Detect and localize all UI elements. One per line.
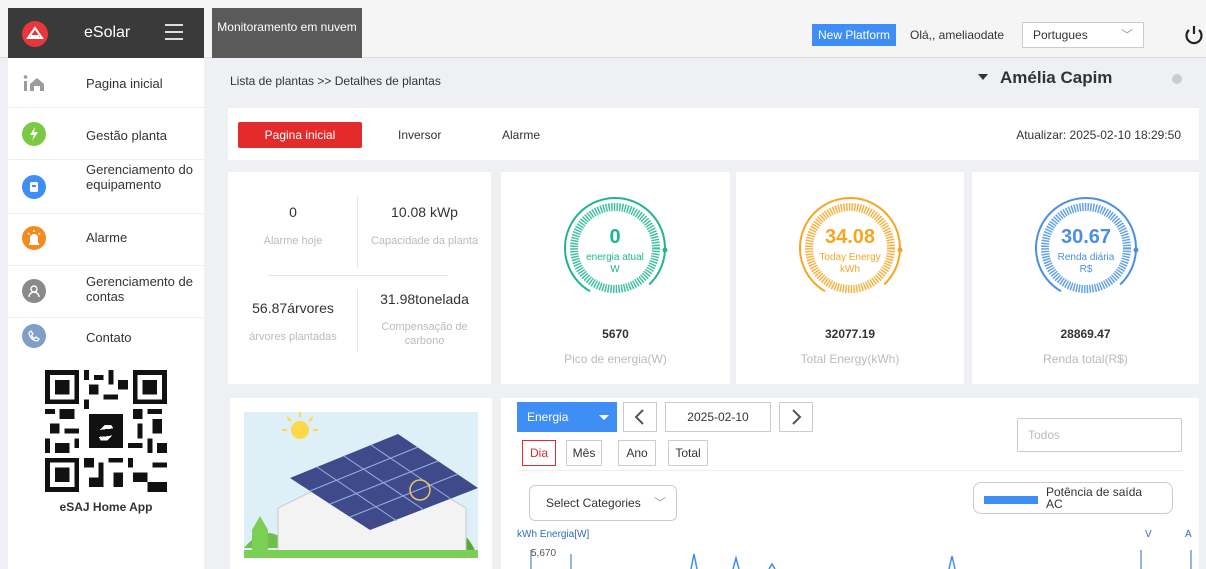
today-energy-value: 34.08 <box>824 226 876 248</box>
current-power-value: 0 <box>609 226 621 248</box>
phone-icon <box>22 324 46 348</box>
chart-legend[interactable]: Potência de saída AC <box>973 482 1173 514</box>
energy-gauge-card: 34.08 Today Energy kWh 32077.19 Total En… <box>736 172 964 384</box>
user-greeting: Olá,, ameliaodate <box>910 28 1005 42</box>
energy-chart-plot <box>530 550 1192 569</box>
app-qr-code <box>44 370 168 492</box>
sidebar-item-equipment[interactable]: Gerenciamento do equipamento <box>8 160 204 214</box>
legend-label: Potência de saída AC <box>1046 485 1143 511</box>
plant-name[interactable]: Amélia Capim <box>1000 68 1112 88</box>
categories-select[interactable]: Select Categories ﹀ <box>529 485 677 521</box>
y-axis-v-label: V <box>1145 529 1152 540</box>
power-gauge: 0 energia atual W <box>551 188 679 308</box>
total-energy-label: Total Energy(kWh) <box>800 352 900 366</box>
prev-date-button[interactable] <box>623 402 657 432</box>
current-power-label: energia atual <box>586 252 644 263</box>
alarm-icon <box>22 226 46 250</box>
sidebar: Pagina inicial Gestão planta Gerenciamen… <box>8 58 204 569</box>
period-month-button[interactable]: Mês <box>566 440 602 466</box>
cloud-monitoring-tab[interactable]: Monitoramento em nuvem <box>212 8 362 58</box>
tab-alarm[interactable]: Alarme <box>502 122 540 148</box>
sidebar-item-accounts[interactable]: Gerenciamento de contas <box>8 266 204 318</box>
chevron-down-icon: ﹀ <box>1120 28 1133 42</box>
lightning-icon <box>22 122 46 146</box>
legend-swatch <box>984 496 1038 504</box>
today-energy-unit: kWh <box>840 264 860 275</box>
carbon-label: Compensação de carbono <box>381 321 468 347</box>
sidebar-item-label: Gestão planta <box>86 128 167 143</box>
breadcrumb[interactable]: Lista de plantas >> Detalhes de plantas <box>230 74 441 88</box>
sidebar-item-contact[interactable]: Contato <box>8 318 204 358</box>
capacity-value: 10.08 kWp <box>391 204 458 220</box>
tab-inverter[interactable]: Inversor <box>398 122 441 148</box>
y-axis-left-label: kWh Energia[W] <box>517 529 590 540</box>
brand-panel: eSolar <box>8 8 204 58</box>
period-day-button[interactable]: Dia <box>522 440 556 466</box>
sidebar-item-label: Gerenciamento de contas <box>86 274 193 304</box>
device-icon <box>22 175 46 199</box>
plant-stats-card: 0 Alarme hoje 10.08 kWp Capacidade da pl… <box>228 172 491 384</box>
current-power-unit: W <box>610 264 620 275</box>
plant-status-dot <box>1172 74 1182 84</box>
chevron-right-icon <box>792 409 802 425</box>
income-gauge-card: 30.67 Renda diária R$ 28869.47 Renda tot… <box>972 172 1199 384</box>
plant-image-card <box>230 398 492 569</box>
chevron-down-icon: ﹀ <box>653 496 666 510</box>
sidebar-item-label: Alarme <box>86 230 128 245</box>
tab-home[interactable]: Pagina inicial <box>238 122 362 148</box>
y-axis-a-label: A <box>1185 529 1192 540</box>
last-update-text: Atualizar: 2025-02-10 18:29:50 <box>1016 128 1181 142</box>
today-energy-label: Today Energy <box>819 252 881 263</box>
metric-value: Energia <box>527 410 569 424</box>
caret-down-icon <box>599 415 609 420</box>
qr-caption: eSAJ Home App <box>59 500 153 514</box>
daily-income-unit: R$ <box>1079 264 1093 275</box>
language-select[interactable]: Portugues ﹀ <box>1022 22 1144 48</box>
peak-power-label: Pico de energia(W) <box>564 352 667 366</box>
income-gauge: 30.67 Renda diária R$ <box>1022 188 1150 308</box>
total-income-label: Renda total(R$) <box>1043 352 1128 366</box>
sidebar-item-plant-management[interactable]: Gestão planta <box>8 108 204 160</box>
next-date-button[interactable] <box>779 402 813 432</box>
logout-power-icon[interactable] <box>1183 24 1205 46</box>
sidebar-item-label: Gerenciamento do equipamento <box>86 162 193 192</box>
caret-down-icon[interactable] <box>978 74 988 80</box>
total-income-value: 28869.47 <box>1060 327 1111 341</box>
carbon-value: 31.98tonelada <box>380 291 469 307</box>
daily-income-value: 30.67 <box>1060 226 1112 248</box>
sidebar-item-alarm[interactable]: Alarme <box>8 214 204 266</box>
chevron-left-icon <box>634 409 644 425</box>
app-name: eSolar <box>84 24 131 41</box>
date-picker[interactable]: 2025-02-10 <box>665 402 771 432</box>
alarm-today-value: 0 <box>289 204 297 220</box>
period-total-button[interactable]: Total <box>668 440 708 466</box>
categories-placeholder: Select Categories <box>546 496 641 510</box>
language-value: Portugues <box>1033 28 1088 42</box>
top-bar: eSolar Monitoramento em nuvem New Platfo… <box>0 0 1206 58</box>
alarm-today-label: Alarme hoje <box>263 235 323 247</box>
new-platform-button[interactable]: New Platform <box>812 24 897 46</box>
daily-income-label: Renda diária <box>1057 252 1115 263</box>
solar-house-illustration <box>244 412 478 558</box>
sidebar-item-label: Contato <box>86 330 132 345</box>
menu-toggle-icon[interactable] <box>165 24 183 40</box>
peak-power-value: 5670 <box>602 327 629 341</box>
metric-dropdown[interactable]: Energia <box>517 402 617 432</box>
device-filter-input[interactable]: Todos <box>1017 418 1182 452</box>
capacity-label: Capacidade da planta <box>370 235 479 247</box>
account-icon <box>22 279 46 303</box>
energy-gauge: 34.08 Today Energy kWh <box>786 188 914 308</box>
esolar-logo-icon <box>22 21 48 47</box>
energy-chart-card: Energia 2025-02-10 Dia Mês Ano Total Tod… <box>501 398 1199 569</box>
sidebar-item-home[interactable]: Pagina inicial <box>8 58 204 108</box>
sidebar-item-label: Pagina inicial <box>86 76 163 91</box>
tabs-bar: Pagina inicial Inversor Alarme Atualizar… <box>228 108 1199 160</box>
power-gauge-card: 0 energia atual W 5670 Pico de energia(W… <box>501 172 730 384</box>
trees-value: 56.87árvores <box>252 300 334 316</box>
home-icon <box>22 71 46 95</box>
period-year-button[interactable]: Ano <box>618 440 656 466</box>
total-energy-value: 32077.19 <box>824 327 876 341</box>
trees-label: árvores plantadas <box>249 331 337 343</box>
